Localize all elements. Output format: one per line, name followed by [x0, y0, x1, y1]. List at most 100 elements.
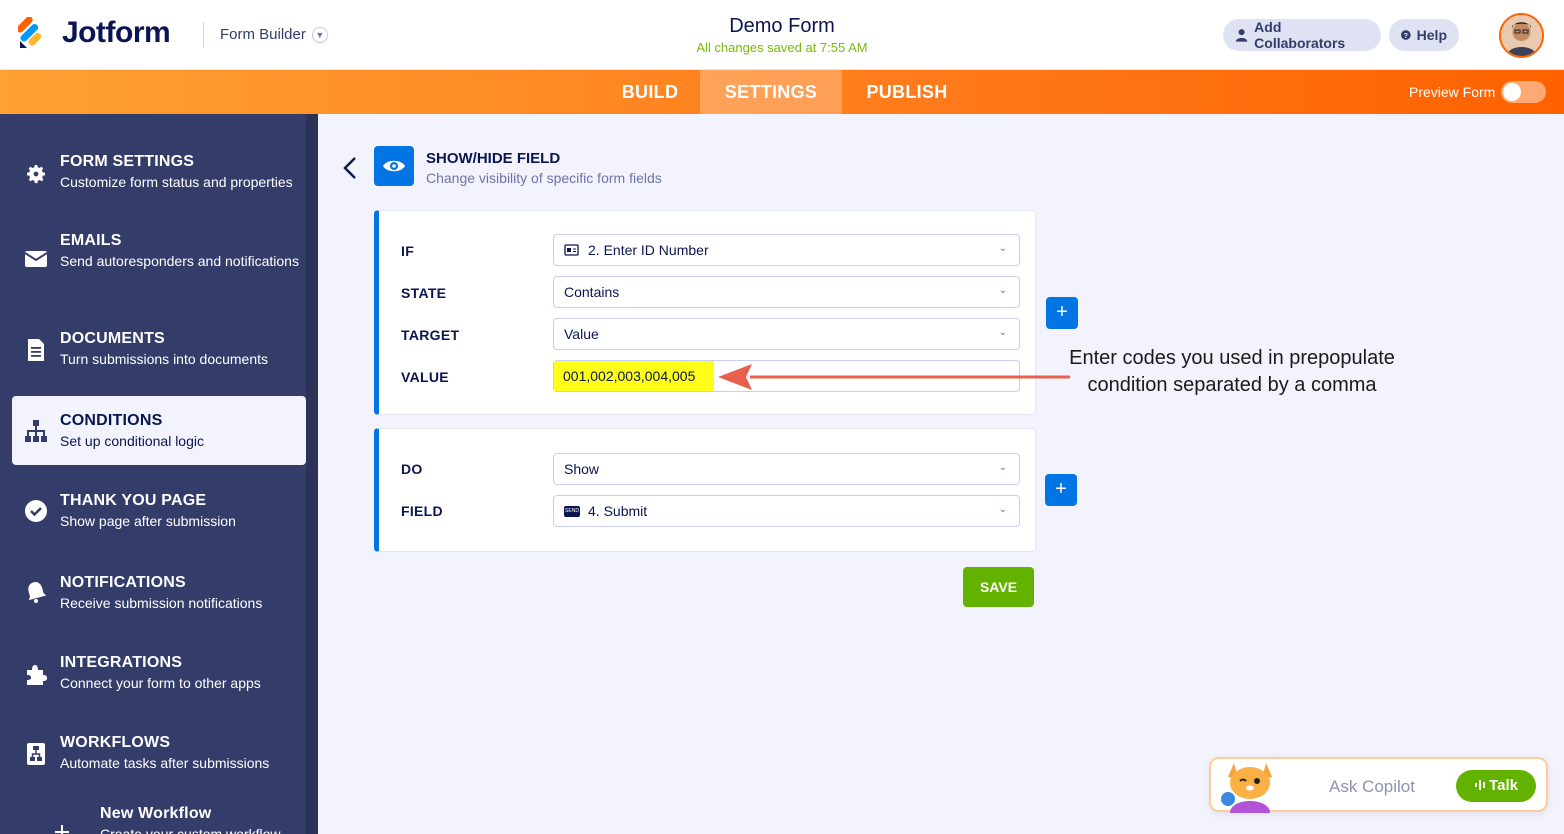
hierarchy-icon — [25, 419, 47, 442]
tab-publish[interactable]: PUBLISH — [842, 70, 972, 114]
question-icon: ? — [1401, 30, 1411, 40]
add-collaborators-button[interactable]: Add Collaborators — [1223, 19, 1381, 51]
back-chevron-icon[interactable] — [340, 154, 360, 182]
svg-text:?: ? — [1404, 33, 1408, 40]
sidebar-item-subtitle: Receive submission notifications — [60, 595, 263, 611]
tab-settings[interactable]: SETTINGS — [700, 70, 842, 114]
sidebar-item-emails[interactable]: EMAILS Send autoresponders and notificat… — [12, 224, 306, 294]
sidebar-item-title: FORM SETTINGS — [60, 153, 195, 170]
gear-icon — [27, 165, 45, 184]
condition-title: SHOW/HIDE FIELD — [426, 150, 561, 167]
sidebar-item-title: INTEGRATIONS — [60, 654, 183, 671]
chevron-down-icon: ⌄ — [998, 285, 1007, 296]
add-condition-button[interactable]: + — [1046, 297, 1078, 329]
sidebar-item-subtitle: Send autoresponders and notifications — [60, 253, 299, 269]
check-circle-icon — [25, 500, 47, 522]
eye-icon — [383, 160, 405, 172]
voice-wave-icon — [1475, 780, 1486, 790]
sidebar-item-subtitle: Show page after submission — [60, 513, 236, 529]
form-title-area: Demo Form All changes saved at 7:55 AM — [632, 15, 932, 55]
if-label: IF — [401, 243, 415, 259]
sidebar-scrollbar[interactable] — [306, 114, 318, 834]
form-builder-label: Form Builder — [220, 26, 306, 43]
sidebar-item-subtitle: Connect your form to other apps — [60, 675, 261, 691]
target-field-select[interactable]: SEND 4. Submit ⌄ — [553, 495, 1020, 527]
target-field-value: 4. Submit — [588, 503, 648, 519]
state-label: STATE — [401, 285, 447, 301]
chevron-down-icon: ⌄ — [998, 243, 1007, 254]
sidebar-item-integrations[interactable]: INTEGRATIONS Connect your form to other … — [12, 648, 306, 700]
settings-sidebar: FORM SETTINGS Customize form status and … — [0, 114, 318, 834]
sidebar-item-form-settings[interactable]: FORM SETTINGS Customize form status and … — [12, 144, 306, 204]
new-workflow-button[interactable]: New Workflow Create your custom workflow — [52, 798, 306, 834]
state-select[interactable]: Contains ⌄ — [553, 276, 1020, 308]
condition-subtitle: Change visibility of specific form field… — [426, 170, 662, 186]
new-workflow-subtitle: Create your custom workflow — [100, 826, 281, 834]
ask-copilot-placeholder: Ask Copilot — [1329, 777, 1415, 796]
do-action-select[interactable]: Show ⌄ — [553, 453, 1020, 485]
talk-label: Talk — [1489, 777, 1518, 794]
jotform-logo-icon — [16, 16, 50, 49]
do-label: DO — [401, 461, 423, 477]
annotation-line-1: Enter codes you used in prepopulate — [1069, 347, 1395, 369]
help-label: Help — [1416, 27, 1447, 43]
document-icon — [28, 339, 44, 361]
target-label: TARGET — [401, 327, 460, 343]
sidebar-item-subtitle: Automate tasks after submissions — [60, 755, 270, 771]
state-value: Contains — [564, 284, 620, 300]
field-label: FIELD — [401, 503, 443, 519]
value-label: VALUE — [401, 369, 449, 385]
sidebar-item-thank-you-page[interactable]: THANK YOU PAGE Show page after submissio… — [12, 486, 306, 536]
preview-form-toggle[interactable] — [1501, 81, 1546, 103]
form-title[interactable]: Demo Form — [632, 15, 932, 38]
sidebar-item-documents[interactable]: DOCUMENTS Turn submissions into document… — [12, 324, 306, 376]
header-divider — [203, 22, 204, 48]
annotation-arrow — [718, 364, 1070, 390]
tab-build[interactable]: BUILD — [600, 70, 700, 114]
target-value: Value — [564, 326, 599, 342]
sidebar-item-conditions[interactable]: CONDITIONS Set up conditional logic — [12, 396, 306, 465]
preview-form-label: Preview Form — [1409, 84, 1496, 100]
if-field-value: 2. Enter ID Number — [588, 242, 709, 258]
chevron-down-icon: ▼ — [311, 26, 328, 43]
form-builder-menu[interactable]: Form Builder ▼ — [220, 26, 328, 43]
copilot-cat-mascot — [1221, 763, 1272, 813]
main-nav-bar: BUILD SETTINGS PUBLISH Preview Form — [0, 70, 1564, 114]
sidebar-item-notifications[interactable]: NOTIFICATIONS Receive submission notific… — [12, 566, 306, 618]
workflow-icon — [27, 743, 45, 765]
sidebar-item-subtitle: Customize form status and properties — [60, 174, 293, 190]
ask-copilot-widget[interactable]: Ask Copilot Talk — [1209, 757, 1548, 813]
add-collaborators-label: Add Collaborators — [1254, 19, 1346, 51]
help-button[interactable]: ? Help — [1389, 19, 1459, 51]
do-action-value: Show — [564, 461, 600, 477]
new-workflow-title: New Workflow — [100, 805, 212, 822]
user-icon — [1235, 29, 1248, 42]
top-header: Jotform Form Builder ▼ Demo Form All cha… — [0, 0, 1564, 70]
avatar[interactable] — [1499, 13, 1544, 58]
save-status: All changes saved at 7:55 AM — [696, 40, 868, 55]
sidebar-item-title: CONDITIONS — [60, 412, 163, 429]
show-hide-badge — [374, 146, 414, 186]
submit-button-icon: SEND — [564, 505, 580, 517]
sidebar-item-title: THANK YOU PAGE — [60, 492, 207, 509]
envelope-icon — [24, 251, 48, 267]
sidebar-item-title: EMAILS — [60, 232, 122, 249]
bell-icon — [28, 582, 47, 603]
id-card-icon — [564, 244, 579, 256]
add-action-button[interactable]: + — [1045, 474, 1077, 506]
jotform-logo[interactable]: Jotform — [16, 16, 171, 50]
save-button[interactable]: SAVE — [963, 567, 1034, 607]
chevron-down-icon: ⌄ — [998, 504, 1007, 515]
talk-button[interactable]: Talk — [1456, 770, 1536, 802]
chevron-down-icon: ⌄ — [998, 327, 1007, 338]
plus-icon — [55, 825, 69, 834]
target-select[interactable]: Value ⌄ — [553, 318, 1020, 350]
if-field-select[interactable]: 2. Enter ID Number ⌄ — [553, 234, 1020, 266]
chevron-down-icon: ⌄ — [998, 462, 1007, 473]
sidebar-item-title: NOTIFICATIONS — [60, 574, 186, 591]
sidebar-item-workflows[interactable]: WORKFLOWS Automate tasks after submissio… — [12, 728, 306, 780]
condition-do-card: DO Show ⌄ FIELD SEND 4. Submit ⌄ — [374, 428, 1036, 552]
value-highlight: 001,002,003,004,005 — [554, 361, 714, 391]
sidebar-item-subtitle: Turn submissions into documents — [60, 351, 269, 367]
puzzle-icon — [27, 665, 47, 685]
